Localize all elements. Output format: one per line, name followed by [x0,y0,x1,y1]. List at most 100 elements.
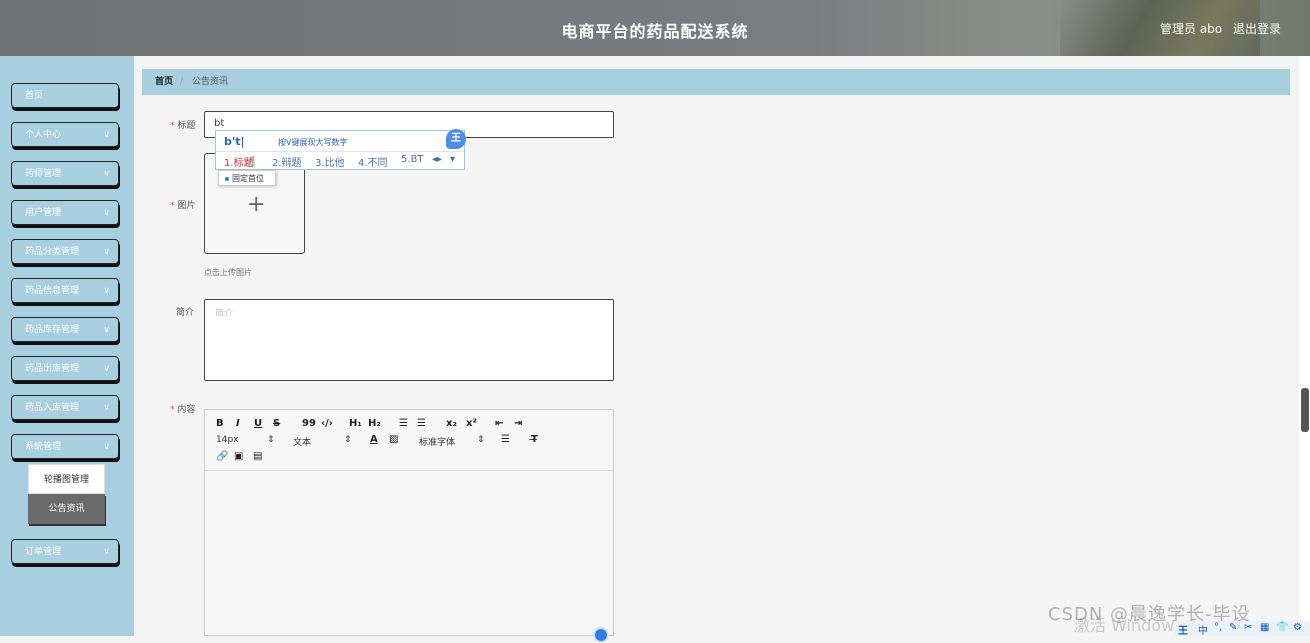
tray-keyboard-icon[interactable]: ▦ [1260,622,1269,633]
upload-hint: 点击上传图片 [204,268,252,277]
code-button[interactable]: ‹/› [321,418,333,429]
ordered-list-button[interactable]: ☰ [399,418,408,429]
breadcrumb-separator: / [180,77,184,87]
link-icon[interactable]: 🔗 [216,451,228,462]
indent-button[interactable]: ⇥ [514,418,522,429]
mouse-cursor-icon: ☝ [247,154,256,170]
submenu-item-carousel[interactable]: 轮播图管理 [28,464,105,494]
sidebar-item[interactable]: 用户管理 ∨ [11,200,119,225]
editor-toolbar: B I U S 99 ‹/› H₁ H₂ ☰ ☰ x₂ x² ⇤ ⇥ 14px … [205,410,613,471]
breadcrumb-current: 公告资讯 [192,77,229,87]
image-icon[interactable]: ▣ [234,451,243,462]
ime-composition: b't| [224,135,245,148]
bullet-list-button[interactable]: ☰ [417,418,426,429]
image-label: * 图片 [170,201,196,211]
select-arrow-icon: ⇕ [477,435,485,445]
h2-button[interactable]: H₂ [368,418,381,429]
ime-candidate-3[interactable]: 3.比他 [315,154,345,169]
chevron-down-icon: ∨ [103,208,110,218]
sidebar-item-label: 药品出库管理 [25,364,80,374]
top-header: 电商平台的药品配送系统 管理员 abo 退出登录 [0,0,1310,56]
text-color-icon[interactable]: A [370,434,378,445]
breadcrumb: 首页 / 公告资讯 [142,69,1290,95]
chevron-down-icon: ∨ [103,547,110,557]
content-label: * 内容 [170,405,196,415]
ime-expand-icon[interactable]: ▾ [450,154,455,165]
sidebar-item[interactable]: 系统管理 ∨ [11,434,119,459]
bold-button[interactable]: B [216,418,224,429]
chevron-down-icon: ∨ [103,169,110,179]
sidebar-item-label: 药师管理 [25,169,62,179]
sidebar-item-label: 药品入库管理 [25,403,80,413]
sidebar-item-label: 药品分类管理 [25,247,80,257]
select-arrow-icon: ⇕ [267,435,275,445]
text-type-select[interactable]: 文本 [293,435,311,448]
ime-hint: 按V键展现大写数字 [278,138,348,147]
tray-chinese-icon[interactable]: 中 [1198,622,1208,637]
sidebar-item-label: 药品信息管理 [25,286,80,296]
breadcrumb-home[interactable]: 首页 [155,69,173,95]
rich-text-editor[interactable]: B I U S 99 ‹/› H₁ H₂ ☰ ☰ x₂ x² ⇤ ⇥ 14px … [204,409,614,636]
scrollbar-thumb[interactable] [1301,388,1309,432]
chevron-down-icon: ∨ [103,364,110,374]
clear-format-icon[interactable]: T̶ [531,434,538,445]
chevron-down-icon: ∨ [103,403,110,413]
sidebar-item-label: 个人中心 [25,130,62,140]
tray-settings-icon[interactable]: ⚙ [1293,622,1302,633]
logout-link[interactable]: 退出登录 [1233,20,1281,37]
intro-textarea[interactable]: 简介 [204,299,614,381]
sidebar-item[interactable]: 药师管理 ∨ [11,161,119,186]
sidebar-item[interactable]: 药品信息管理 ∨ [11,278,119,303]
align-icon[interactable]: ☰ [501,434,510,445]
sidebar-item[interactable]: 个人中心 ∨ [11,122,119,147]
outdent-button[interactable]: ⇤ [495,418,503,429]
chevron-down-icon: ∨ [103,130,110,140]
chevron-down-icon: ∨ [103,286,110,296]
title-label: * 标题 [170,121,196,131]
sidebar-item[interactable]: 药品入库管理 ∨ [11,395,119,420]
sidebar-item-label: 用户管理 [25,208,62,218]
ime-logo-badge: 王 [446,129,466,149]
sidebar-item[interactable]: 药品分类管理 ∨ [11,239,119,264]
sidebar-item-label: 订单管理 [25,547,62,557]
ime-candidate-4[interactable]: 4.不同 [358,154,388,169]
video-icon[interactable]: ▤ [253,451,262,462]
font-family-select[interactable]: 标准字体 [419,435,455,448]
strike-button[interactable]: S [273,418,280,429]
chevron-down-icon: ∨ [103,325,110,335]
sidebar-item-label: 首页 [25,91,44,101]
plus-icon: + [247,192,266,217]
sidebar-item[interactable]: 药品库存管理 ∨ [11,317,119,342]
subscript-button[interactable]: x₂ [446,418,457,429]
chevron-down-icon: ∨ [103,247,110,257]
ime-tray: 王 中 °, ✎ ✂ ▦ 👕 ⚙ [1174,621,1310,637]
sidebar-item[interactable]: 药品出库管理 ∨ [11,356,119,381]
sidebar-item-label: 系统管理 [25,442,62,452]
sidebar-item[interactable]: 首页 [11,83,119,108]
current-user: 管理员 abo [1160,22,1223,36]
h1-button[interactable]: H₁ [349,418,362,429]
italic-button[interactable]: I [236,418,240,429]
tray-scissors-icon[interactable]: ✂ [1244,622,1252,633]
app-title: 电商平台的药品配送系统 [561,22,749,41]
ime-candidate-2[interactable]: 2.辩题 [272,154,302,169]
submenu-item-announcement[interactable]: 公告资讯 [28,494,105,524]
font-size-select[interactable]: 14px [216,435,239,445]
blockquote-button[interactable]: 99 [302,418,316,429]
superscript-button[interactable]: x² [466,418,477,429]
tray-punct-icon[interactable]: °, [1214,622,1222,633]
ime-candidate-5[interactable]: 5.BT [401,154,424,165]
ime-page-arrows-icon[interactable]: ◂▸ [432,154,442,165]
tray-ime-icon[interactable]: 王 [1178,622,1188,637]
sidebar-item[interactable]: 订单管理 ∨ [11,539,119,564]
underline-button[interactable]: U [254,418,262,429]
tray-skin-icon[interactable]: 👕 [1276,622,1288,633]
tray-pen-icon[interactable]: ✎ [1229,622,1237,633]
select-arrow-icon: ⇕ [344,435,352,445]
sidebar-item-label: 药品库存管理 [25,325,80,335]
intro-label: 简介 [176,308,195,318]
editor-status-dot [593,627,609,643]
chevron-down-icon: ∨ [103,442,110,452]
background-color-icon[interactable]: ▨ [389,434,398,445]
page-scrollbar[interactable] [1299,56,1310,636]
